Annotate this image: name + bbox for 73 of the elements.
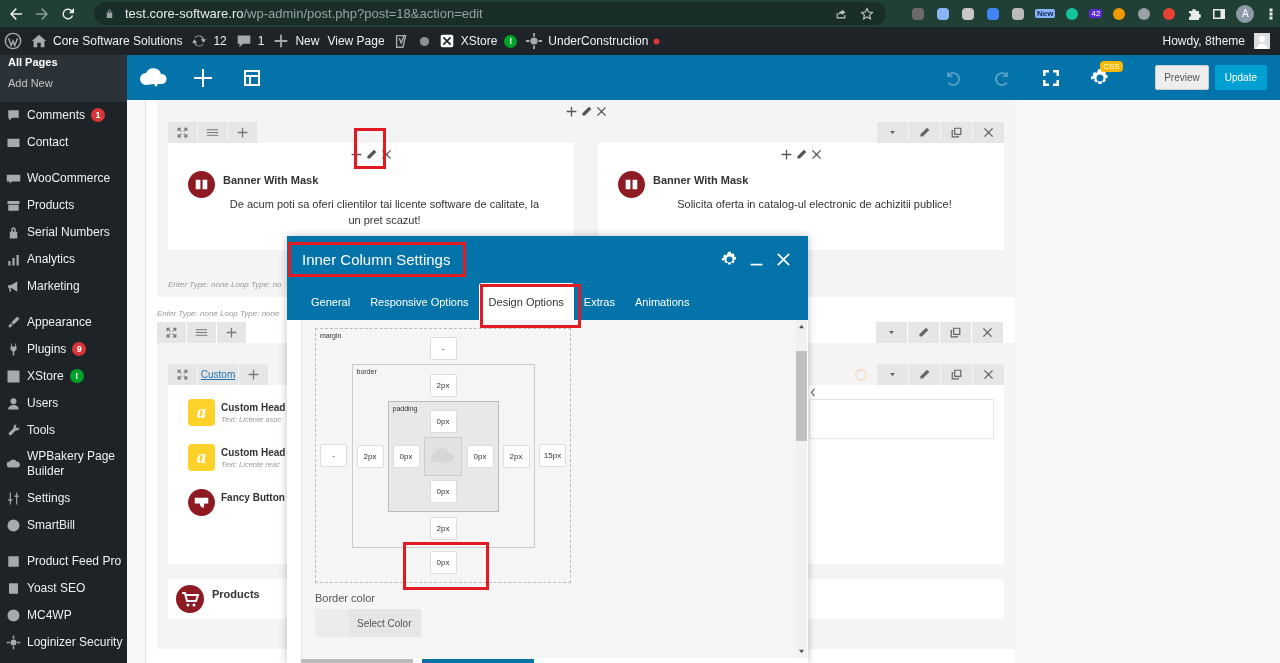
element-title: Custom Head: [221, 446, 286, 458]
padding-field[interactable]: 0px: [466, 445, 494, 468]
sidebar-item[interactable]: Yoast SEO: [0, 575, 127, 602]
new-badge[interactable]: New: [1035, 9, 1056, 18]
sidebar-item[interactable]: Plugins 9: [0, 336, 127, 363]
row-meta-text: Enter Type: none Loop Type: no: [168, 280, 282, 289]
preview-button[interactable]: Preview: [1155, 65, 1209, 90]
element-title: Banner With Mask: [653, 173, 750, 186]
element-title: Custom Head: [221, 401, 286, 413]
dialog-title: Inner Column Settings: [302, 251, 451, 268]
select-color-button[interactable]: Select Color: [315, 609, 421, 637]
element-title: Banner With Mask: [223, 173, 320, 186]
dialog-tab[interactable]: Extras: [583, 283, 615, 320]
sidebar-item[interactable]: Marketing: [0, 273, 127, 300]
css-badge: CSS: [1100, 60, 1123, 72]
sidebar-item[interactable]: MC4WP: [0, 602, 127, 629]
border-field[interactable]: 2px: [429, 373, 457, 397]
sidebar-item[interactable]: WPBakery Page Builder: [0, 444, 127, 485]
border-field[interactable]: 2px: [429, 516, 457, 540]
count-badge: 9: [72, 342, 87, 356]
border-field[interactable]: 2px: [502, 445, 530, 468]
custom-tab[interactable]: Custom: [198, 364, 238, 385]
margin-field[interactable]: 15px: [539, 444, 566, 467]
dialog-tab[interactable]: Animations: [635, 283, 690, 320]
sidebar-item[interactable]: SmartBill: [0, 512, 127, 539]
padding-field[interactable]: 0px: [392, 445, 420, 468]
sidebar-item[interactable]: Comments 1: [0, 102, 127, 129]
padding-field[interactable]: 0px: [429, 480, 457, 503]
sidebar-item[interactable]: Analytics: [0, 246, 127, 273]
margin-field[interactable]: -: [320, 444, 347, 467]
address-bar[interactable]: test.core-software.ro/wp-admin/post.php?post=18&action=edit: [94, 2, 886, 25]
sidebar-item[interactable]: Appearance: [0, 309, 127, 336]
site-link[interactable]: Core Software Solutions: [30, 32, 183, 50]
sidebar-item[interactable]: Loginizer Security: [0, 629, 127, 656]
margin-field[interactable]: -: [429, 337, 457, 360]
sidebar-item[interactable]: Contact: [0, 129, 127, 156]
xstore-link[interactable]: XStore !: [437, 32, 518, 50]
dialog-tab[interactable]: Responsive Options: [370, 283, 469, 320]
field-label: Border color: [315, 592, 376, 604]
sidebar-item[interactable]: Products: [0, 192, 127, 219]
alert-badge: !: [504, 34, 518, 48]
sidebar-item[interactable]: WooCommerce: [0, 165, 127, 192]
count-badge: !: [69, 369, 84, 383]
dialog-tab[interactable]: General: [311, 283, 351, 320]
element-title: Products: [212, 587, 260, 602]
sidebar-item[interactable]: Tools: [0, 417, 127, 444]
comments-link[interactable]: 1: [234, 32, 265, 50]
submenu-item[interactable]: Add New: [0, 76, 127, 97]
heading-icon: a: [188, 444, 215, 471]
url-host: test.core-software.ro: [125, 6, 244, 21]
new-link[interactable]: New: [272, 32, 320, 50]
border-field[interactable]: 2px: [356, 445, 384, 468]
sidebar-item[interactable]: Product Feed Pro: [0, 548, 127, 575]
account-link[interactable]: Howdy, 8theme: [1162, 33, 1270, 49]
submenu-item[interactable]: All Pages: [0, 55, 127, 76]
view-page-link[interactable]: View Page: [327, 34, 385, 48]
count-badge: 1: [91, 108, 105, 122]
url-path: /wp-admin/post.php?post=18&action=edit: [243, 6, 483, 21]
count-badge[interactable]: 42: [1089, 9, 1103, 18]
heading-icon: a: [188, 399, 215, 426]
element-title: Fancy Button: [221, 491, 285, 503]
sidebar-item[interactable]: Serial Numbers: [0, 219, 127, 246]
updates-link[interactable]: 12: [190, 32, 227, 50]
dialog-tab[interactable]: Design Options: [478, 283, 574, 320]
element-text: De acum poti sa oferi clientilor tai licente software de calitate, la un pret scazut!: [228, 197, 541, 228]
row-meta-text: Enter Type: none Loop Type: none: [157, 309, 280, 320]
margin-field[interactable]: 0px: [429, 551, 457, 574]
sidebar-item[interactable]: Settings: [0, 485, 127, 512]
padding-field[interactable]: 0px: [429, 410, 457, 433]
under-construction-link[interactable]: UnderConstruction: [525, 32, 661, 50]
element-text: Solicita oferta in catalog-ul electronic de achizitii publice!: [676, 197, 953, 212]
sidebar-item[interactable]: Users: [0, 390, 127, 417]
sidebar-item[interactable]: XStore !: [0, 363, 127, 390]
